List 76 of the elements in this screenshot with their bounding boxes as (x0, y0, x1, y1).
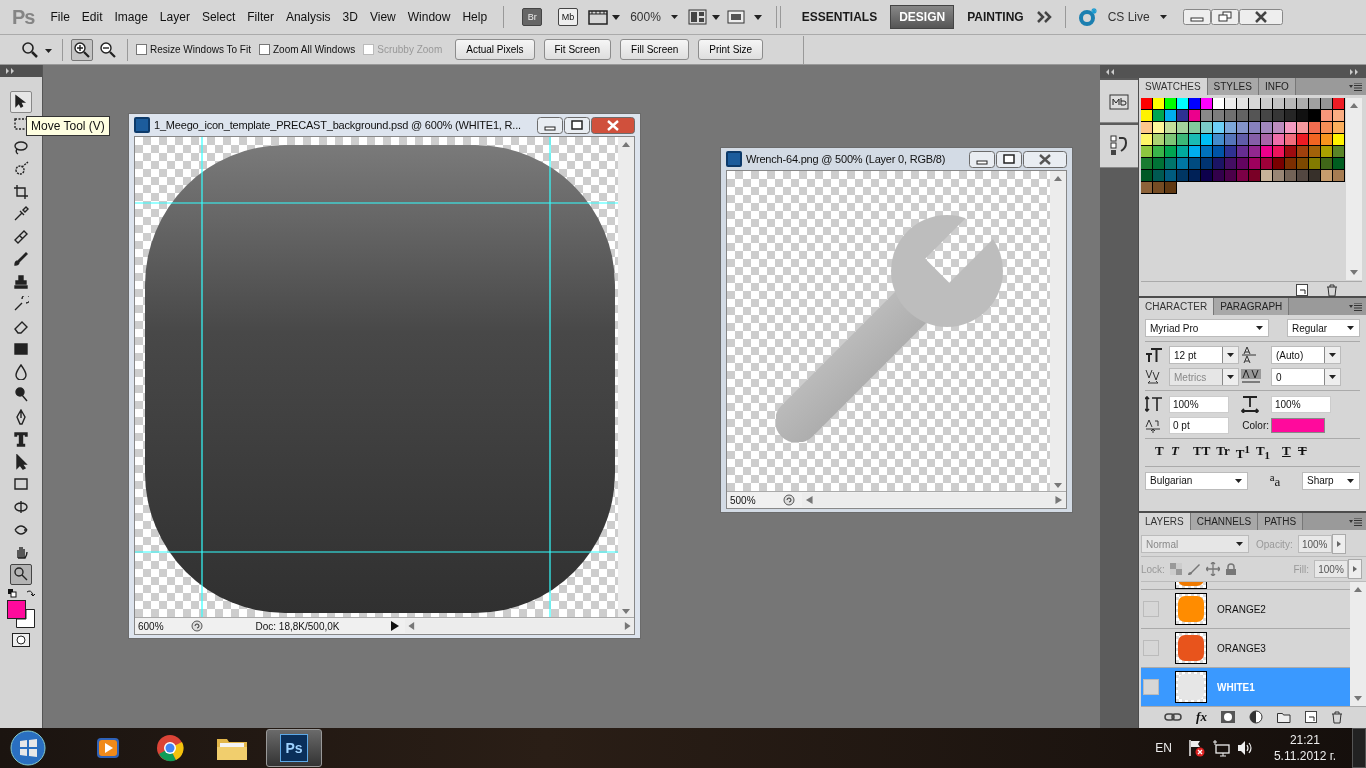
text-style-button[interactable]: Tr (1216, 443, 1230, 463)
bridge-button[interactable]: Br (522, 8, 543, 26)
app-logo: Ps (12, 5, 35, 29)
text-style-button[interactable]: T$^{1}$ (1235, 443, 1250, 463)
font-style-dropdown[interactable]: Regular (1287, 319, 1360, 337)
opacity-label: Opacity: (1256, 538, 1293, 550)
layer-row[interactable]: ORANGE2 (1141, 589, 1350, 628)
panel-tab[interactable]: LAYERS (1139, 513, 1191, 530)
tooltip: Move Tool (V) (26, 116, 110, 136)
opacity-field[interactable]: 100% (1297, 535, 1332, 553)
zoom-field[interactable]: 500% (730, 494, 776, 506)
vertical-scale-field[interactable]: 100% (1169, 395, 1229, 413)
input-language-indicator[interactable]: EN (1155, 741, 1172, 755)
menu-item[interactable]: Analysis (281, 10, 335, 24)
menu-item[interactable]: Window (403, 10, 455, 24)
menu-item[interactable]: Layer (155, 10, 194, 24)
checkbox-label: Resize Windows To Fit (150, 44, 251, 55)
panel-tab[interactable]: CHANNELS (1190, 513, 1259, 530)
baseline-shift-field[interactable]: 0 pt (1169, 417, 1229, 434)
panel-tab[interactable]: SWATCHES (1139, 78, 1208, 95)
font-size-dropdown[interactable]: 12 pt (1169, 346, 1239, 364)
checkbox-label: Scrubby Zoom (377, 44, 443, 55)
text-style-button[interactable]: T (1155, 443, 1165, 463)
color-label: Color: (1242, 420, 1269, 431)
fill-field[interactable]: 100% (1314, 560, 1348, 578)
menu-item[interactable]: View (365, 10, 400, 24)
option-button[interactable]: Fit Screen (543, 39, 612, 60)
fill-label: Fill: (1293, 563, 1309, 575)
menu-item[interactable]: Edit (77, 10, 107, 24)
zoom-level-dropdown[interactable]: 600% (624, 10, 684, 24)
zoom-field[interactable]: 600% (138, 620, 184, 632)
taskbar-app-button[interactable]: Ps (266, 729, 322, 767)
date-text: 5.11.2012 г. (1273, 748, 1336, 764)
layer-style-button[interactable]: fx (1196, 709, 1207, 725)
text-style-button[interactable]: T (1282, 443, 1292, 463)
panel-tab[interactable]: INFO (1258, 78, 1296, 95)
menu-item[interactable]: File (46, 10, 74, 24)
option-button[interactable]: Print Size (698, 39, 764, 60)
layer-name: ORANGE2 (1217, 603, 1266, 615)
menu-item[interactable]: Filter (243, 10, 278, 24)
cs-live-menu[interactable]: CS Live (1101, 10, 1173, 24)
checkbox-label: Zoom All Windows (272, 44, 356, 55)
text-style-button[interactable]: TT (1193, 443, 1211, 463)
font-family-dropdown[interactable]: Myriad Pro (1145, 319, 1269, 337)
panel-tab[interactable]: STYLES (1207, 78, 1259, 95)
anti-aliasing-dropdown[interactable]: Sharp (1302, 472, 1360, 490)
layer-name: ORANGE3 (1217, 642, 1266, 654)
mini-bridge-button[interactable]: Mb (558, 8, 579, 26)
document-size-info: Doc: 18,8K/500,0K (254, 620, 341, 632)
menu-item[interactable]: Image (110, 10, 152, 24)
menu-item[interactable]: Select (197, 10, 240, 24)
window-title: Wrench-64.png @ 500% (Layer 0, RGB/8) (746, 153, 947, 165)
option-button[interactable]: Fill Screen (620, 39, 690, 60)
workspace-button[interactable]: ESSENTIALS (792, 5, 887, 29)
leading-dropdown[interactable]: (Auto) (1271, 346, 1341, 364)
horizontal-scale-field[interactable]: 100% (1271, 395, 1331, 413)
panel-tab[interactable]: CHARACTER (1139, 298, 1215, 315)
text-style-button[interactable]: T$_{1}$ (1255, 443, 1270, 463)
option-button[interactable]: Actual Pixels (455, 39, 535, 60)
anti-aliasing-label: $^{a}$a (1269, 471, 1281, 491)
menu-item[interactable]: Help (458, 10, 492, 24)
window-title: 1_Meego_icon_template_PRECAST_background.psd @ 600% (WHITE1, R... (154, 119, 522, 131)
layer-name: WHITE1 (1217, 681, 1255, 693)
tracking-dropdown[interactable]: 0 (1271, 368, 1341, 386)
clock[interactable]: 21:21 5.11.2012 г. (1273, 732, 1336, 764)
panel-tab[interactable]: PARAGRAPH (1214, 298, 1290, 315)
text-style-button[interactable]: T (1171, 443, 1181, 463)
menu-item[interactable]: 3D (338, 10, 362, 24)
workspace-button[interactable]: PAINTING (958, 5, 1033, 29)
time-text: 21:21 (1289, 732, 1320, 748)
language-dropdown[interactable]: Bulgarian (1145, 472, 1248, 490)
text-style-button[interactable]: T (1298, 443, 1308, 463)
workspace-button[interactable]: DESIGN (890, 5, 955, 29)
lock-label: Lock: (1141, 563, 1165, 575)
photoshop-app-icon: Ps (280, 734, 308, 762)
panel-tab[interactable]: PATHS (1258, 513, 1304, 530)
